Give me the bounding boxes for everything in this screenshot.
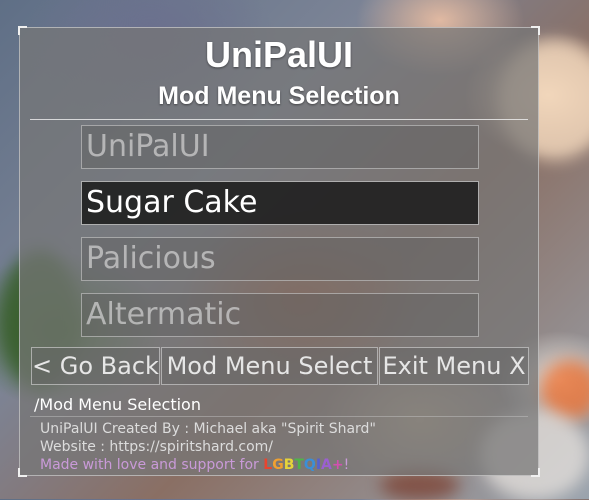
menu-item-palicious[interactable]: Palicious [81,237,479,281]
pride-letter: Q [303,457,316,473]
pride-text: LGBTQIA+ [263,457,343,473]
menu-item-sugar-cake[interactable]: Sugar Cake [81,181,479,225]
pride-letter: A [321,457,332,473]
love-line: Made with love and support for LGBTQIA+! [40,457,349,473]
pride-letter: G [272,457,284,473]
panel-corner [531,468,540,477]
menu-item-altermatic[interactable]: Altermatic [81,293,479,337]
app-title: UniPalUI [204,34,354,75]
pride-letter: B [283,457,295,473]
page-title: Mod Menu Selection [158,82,400,110]
divider [30,119,528,120]
menu-item-unipalui[interactable]: UniPalUI [81,125,479,169]
divider [30,416,528,417]
panel-corner [18,468,27,477]
credit-text: UniPalUI Created By : Michael aka "Spiri… [40,421,376,437]
exit-menu-button[interactable]: Exit Menu X [379,347,529,385]
mod-menu-panel: UniPalUI Mod Menu Selection UniPalUI Sug… [18,26,540,477]
mod-menu-select-button[interactable]: Mod Menu Select [161,347,378,385]
love-text: Made with love and support for [40,457,264,473]
breadcrumb: /Mod Menu Selection [34,395,201,414]
love-suffix: ! [343,457,350,473]
nav-bar: < Go Back Mod Menu Select Exit Menu X [31,347,529,385]
website-text: Website : https://spiritshard.com/ [40,439,274,455]
pride-letter: T [294,457,304,473]
pride-letter: + [331,457,344,473]
pride-letter: L [263,457,273,473]
go-back-button[interactable]: < Go Back [31,347,160,385]
